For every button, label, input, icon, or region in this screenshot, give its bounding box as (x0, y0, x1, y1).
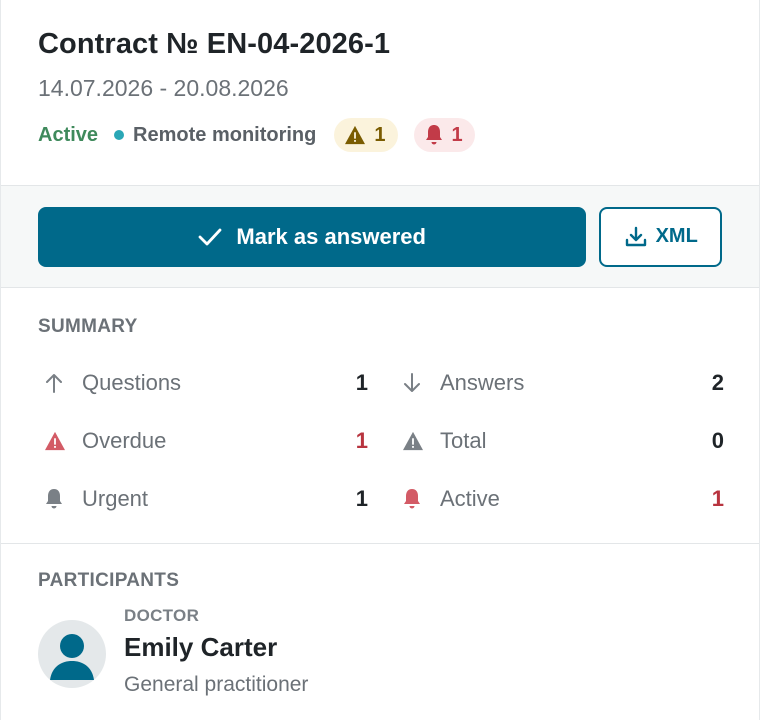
warning-icon (345, 125, 366, 145)
participant-name: Emily Carter (124, 632, 278, 662)
participants-title: PARTICIPANTS (38, 570, 180, 591)
summary-label: Questions (82, 370, 182, 395)
action-bar: Mark as answered XML (1, 186, 759, 288)
warning-icon (396, 431, 430, 451)
summary-value: 1 (711, 486, 724, 511)
alert-badge[interactable]: 1 (413, 118, 475, 152)
participant-role: DOCTOR (124, 606, 200, 625)
summary-label: Overdue (82, 428, 167, 453)
participant-info: DOCTOR Emily Carter General practitioner (124, 606, 308, 697)
summary-item-questions: Questions 1 (38, 354, 368, 412)
alert-count: 1 (451, 123, 463, 146)
arrow-down-icon (396, 372, 430, 394)
check-icon (199, 228, 222, 245)
warning-badge[interactable]: 1 (334, 118, 398, 152)
contract-panel: Contract № EN-04-2026-1 14.07.2026 - 20.… (0, 0, 760, 720)
summary-value: 0 (711, 428, 724, 453)
summary-value: 1 (355, 428, 368, 453)
summary-item-total: Total 0 (368, 412, 724, 470)
summary-item-urgent: Urgent 1 (38, 470, 368, 528)
summary-label: Total (440, 428, 487, 453)
warning-count: 1 (374, 123, 386, 146)
download-icon (625, 226, 646, 246)
contract-title: Contract № EN-04-2026-1 (38, 28, 391, 60)
bell-icon (38, 488, 72, 510)
summary-item-answers: Answers 2 (368, 354, 724, 412)
summary-grid: Questions 1 Answers 2 Overdue 1 Total 0 … (38, 354, 724, 528)
user-icon (50, 634, 94, 680)
summary-value: 1 (355, 370, 368, 395)
summary-label: Answers (440, 370, 525, 395)
summary-label: Urgent (82, 486, 149, 511)
xml-label: XML (655, 225, 698, 247)
monitoring-mode-label: Remote monitoring (133, 123, 317, 146)
summary-value: 1 (355, 486, 368, 511)
arrow-up-icon (38, 372, 72, 394)
summary-title: SUMMARY (38, 316, 138, 337)
status-row: Active Remote monitoring 1 1 (38, 118, 722, 152)
summary-item-active: Active 1 (368, 470, 724, 528)
summary-item-overdue: Overdue 1 (38, 412, 368, 470)
mark-as-answered-label: Mark as answered (236, 223, 426, 249)
avatar (38, 620, 106, 688)
summary-section: SUMMARY Questions 1 Answers 2 Overdue 1 … (1, 288, 759, 544)
summary-value: 2 (711, 370, 724, 395)
participants-section: PARTICIPANTS DOCTOR Emily Carter General… (1, 544, 759, 697)
participant-specialty: General practitioner (124, 673, 309, 696)
contract-header: Contract № EN-04-2026-1 14.07.2026 - 20.… (1, 0, 759, 186)
download-xml-button[interactable]: XML (599, 206, 722, 267)
status-label: Active (38, 123, 99, 146)
contract-dates: 14.07.2026 - 20.08.2026 (38, 75, 289, 101)
participant-card[interactable]: DOCTOR Emily Carter General practitioner (38, 606, 722, 697)
bell-icon (396, 488, 430, 510)
warning-icon (38, 431, 72, 451)
mark-as-answered-button[interactable]: Mark as answered (38, 206, 587, 267)
bell-icon (425, 125, 442, 145)
status-dot-icon (114, 130, 125, 140)
summary-label: Active (440, 486, 500, 511)
